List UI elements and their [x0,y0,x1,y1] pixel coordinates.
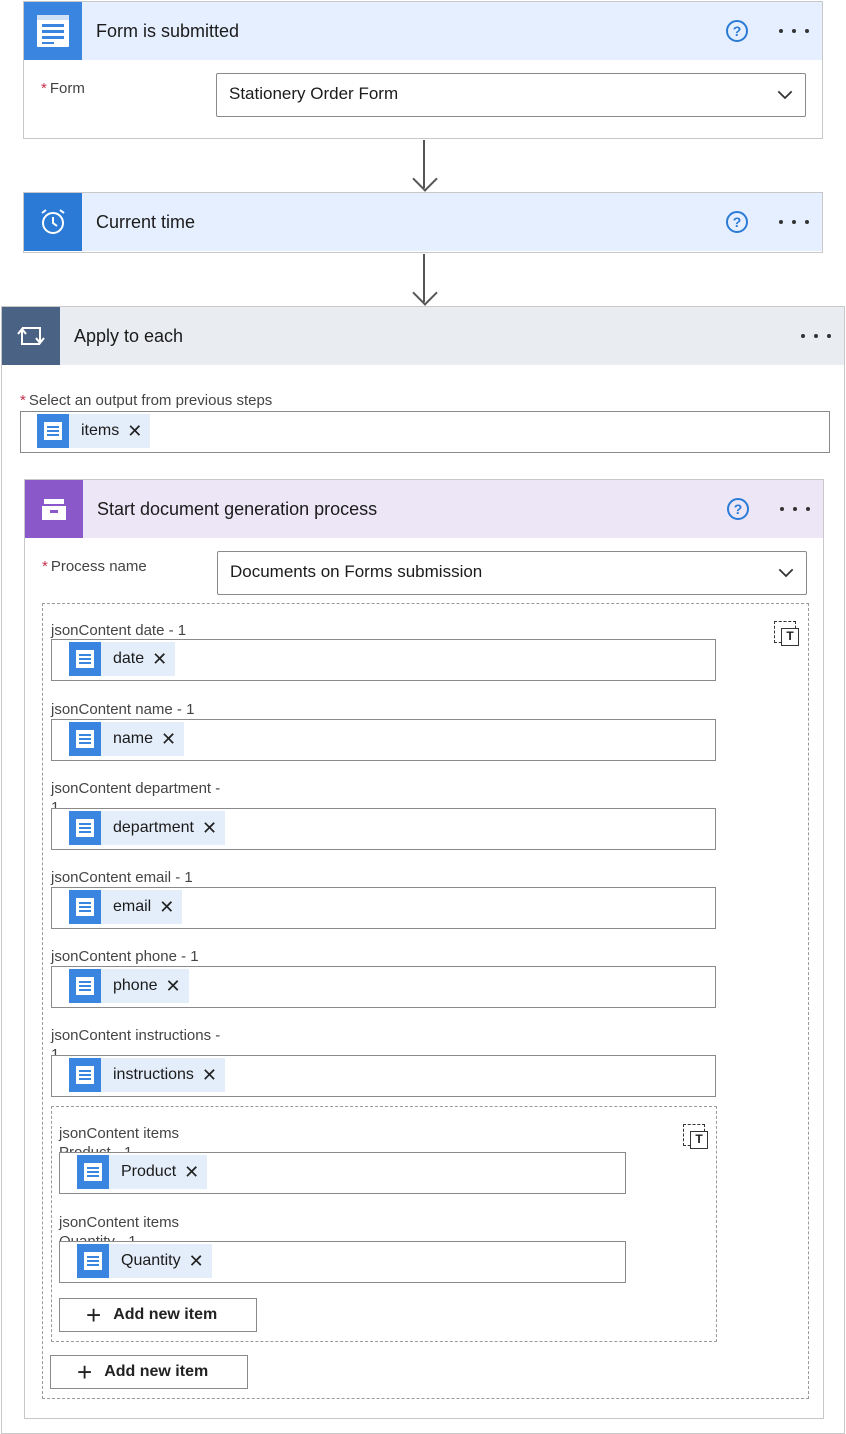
dynamic-token[interactable]: email ✕ [69,890,183,924]
items-array: T jsonContent items Product - 1Product✕j… [51,1106,717,1342]
forms-token-icon [69,811,101,845]
close-icon[interactable]: ✕ [189,1251,212,1272]
help-icon[interactable]: ? [726,20,748,42]
help-icon[interactable]: ? [727,498,749,520]
output-input[interactable]: items ✕ [20,411,830,453]
field-label: jsonContent email - 1 [51,869,193,886]
token-label: department [113,819,194,836]
process-label: * Process name [42,558,147,575]
field-input[interactable]: email ✕ [51,887,716,929]
docgen-header[interactable]: Start document generation process ? [25,480,823,538]
field-input[interactable]: name ✕ [51,719,716,761]
token-label: Quantity [121,1252,181,1269]
process-select[interactable]: Documents on Forms submission [217,551,807,595]
output-label: * Select an output from previous steps [20,392,273,409]
field-input[interactable]: date ✕ [51,639,716,681]
token-label: name [113,730,154,747]
forms-icon [24,2,82,60]
token-label: date [113,650,145,667]
close-icon[interactable]: ✕ [202,1065,225,1086]
current-time-card: Current time ? [23,192,823,253]
chevron-down-icon [778,568,794,578]
form-label: * Form [41,80,85,97]
forms-token-icon [69,969,101,1003]
close-icon[interactable]: ✕ [184,1162,207,1183]
docgen-title: Start document generation process [97,499,378,519]
field-input[interactable]: department ✕ [51,808,716,850]
form-select[interactable]: Stationery Order Form [216,73,806,117]
trigger-card: Form is submitted ? * Form Stationery Ord… [23,1,823,139]
alarm-clock-icon [24,193,82,251]
field-label: jsonContent name - 1 [51,701,195,718]
forms-token-icon [69,890,101,924]
forms-token-icon [77,1155,109,1189]
switch-to-text-mode-icon[interactable]: T [774,621,799,646]
field-input[interactable]: instructions ✕ [51,1055,716,1097]
connector-arrowhead [412,280,438,306]
field-label: jsonContent date - 1 [51,622,187,639]
close-icon[interactable]: ✕ [127,421,150,442]
switch-to-text-mode-icon[interactable]: T [683,1124,708,1149]
help-icon[interactable]: ? [726,211,748,233]
field-input[interactable]: Quantity ✕ [59,1241,626,1283]
token-label: items [81,422,120,439]
dynamic-token[interactable]: name ✕ [69,722,185,756]
token-label: Product [121,1163,177,1180]
loop-icon [2,307,60,365]
close-icon[interactable]: ✕ [152,649,175,670]
token-label: email [113,898,152,915]
connector-arrowhead [412,166,438,192]
forms-token-icon [37,414,69,448]
file-cabinet-icon [25,480,83,538]
json-content-array: T jsonContent date - 1 date ✕ jsonContent n… [42,603,809,1399]
dynamic-token-items[interactable]: items ✕ [37,414,151,448]
docgen-card: Start document generation process ? * Pro… [24,479,824,1419]
trigger-header[interactable]: Form is submitted ? [24,2,822,60]
chevron-down-icon [777,90,793,100]
dynamic-token[interactable]: Product ✕ [77,1155,208,1189]
dynamic-token[interactable]: date ✕ [69,642,176,676]
close-icon[interactable]: ✕ [159,897,182,918]
close-icon[interactable]: ✕ [166,976,189,997]
forms-token-icon [69,1058,101,1092]
plus-icon: + [77,1357,93,1387]
apply-each-title: Apply to each [74,326,184,346]
more-options-icon[interactable] [779,21,809,41]
trigger-title: Form is submitted [96,21,240,41]
forms-token-icon [69,642,101,676]
dynamic-token[interactable]: instructions ✕ [69,1058,226,1092]
apply-each-header[interactable]: Apply to each [2,307,844,365]
field-input[interactable]: phone ✕ [51,966,716,1008]
add-new-item-button[interactable]: + Add new item [50,1355,248,1389]
plus-icon: + [86,1300,102,1330]
close-icon[interactable]: ✕ [202,818,225,839]
more-options-icon[interactable] [779,212,809,232]
token-label: phone [113,977,158,994]
current-time-header[interactable]: Current time ? [24,193,822,251]
dynamic-token[interactable]: Quantity ✕ [77,1244,212,1278]
dynamic-token[interactable]: phone ✕ [69,969,189,1003]
more-options-icon[interactable] [780,499,810,519]
dynamic-token[interactable]: department ✕ [69,811,226,845]
apply-each-card: Apply to each * Select an output from pre… [1,306,845,1434]
current-time-title: Current time [96,212,196,232]
add-new-item-button[interactable]: + Add new item [59,1298,257,1332]
token-label: instructions [113,1066,194,1083]
field-input[interactable]: Product ✕ [59,1152,626,1194]
forms-token-icon [77,1244,109,1278]
more-options-icon[interactable] [801,326,831,346]
field-label: jsonContent phone - 1 [51,948,199,965]
forms-token-icon [69,722,101,756]
close-icon[interactable]: ✕ [161,729,184,750]
